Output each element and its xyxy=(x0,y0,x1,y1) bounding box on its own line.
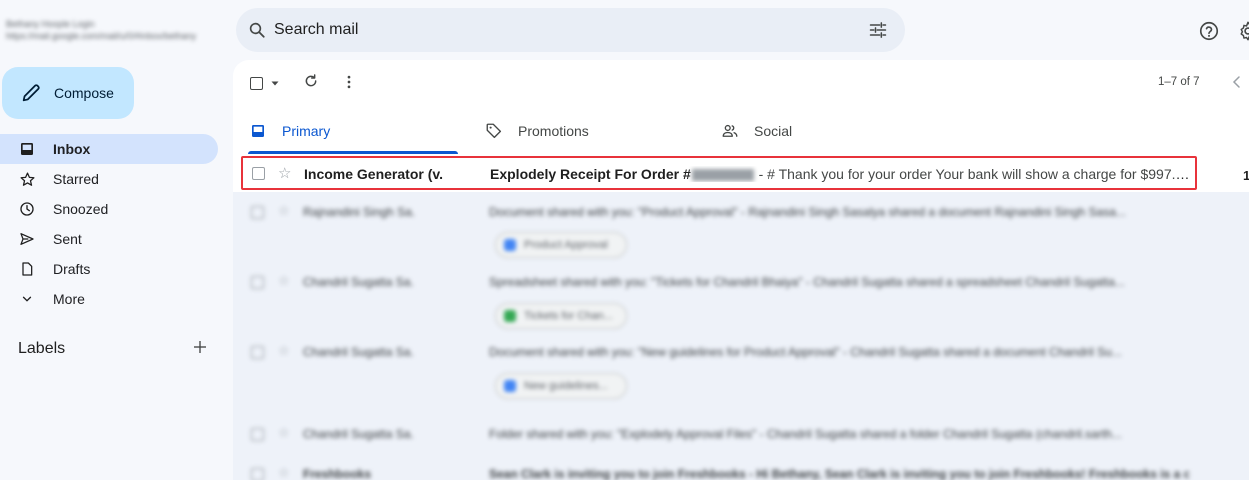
inbox-icon xyxy=(18,140,36,158)
email-sender: Chandril Sugatta Sa. xyxy=(303,345,414,359)
email-subject: Explodely Receipt For Order # - # Thank … xyxy=(490,166,1194,182)
row-checkbox[interactable] xyxy=(251,468,264,480)
sidebar-item-label: More xyxy=(53,291,85,307)
email-row[interactable]: ☆ Chandril Sugatta Sa. Document shared w… xyxy=(233,338,1249,399)
compose-button[interactable]: Compose xyxy=(2,67,134,119)
refresh-icon[interactable] xyxy=(303,73,321,91)
email-sender: Income Generator (v. xyxy=(304,166,444,182)
chevron-down-icon xyxy=(18,290,36,308)
top-bar: Bethany Hoople Login https://mail.google… xyxy=(0,0,1249,60)
attachment-chip[interactable]: Tickets for Chan... xyxy=(495,303,627,329)
email-row-highlighted[interactable]: ☆ Income Generator (v. Explodely Receipt… xyxy=(241,156,1197,190)
mail-list-panel: 1–7 of 7 Primary Promotions Social ☆ Inc… xyxy=(233,60,1249,480)
star-icon[interactable]: ☆ xyxy=(278,164,291,182)
tab-label: Promotions xyxy=(518,123,589,139)
select-all-checkbox[interactable] xyxy=(250,77,263,90)
compose-label: Compose xyxy=(54,85,114,101)
email-row[interactable]: ☆ Chandril Sugatta Sa. Spreadsheet share… xyxy=(233,268,1249,329)
search-bar[interactable]: Search mail xyxy=(236,8,905,52)
gear-icon[interactable] xyxy=(1237,20,1249,42)
email-subject: Sean Clark is inviting you to join Fresh… xyxy=(489,467,1189,480)
email-date: 1 xyxy=(1243,168,1249,183)
sidebar-item-label: Snoozed xyxy=(53,201,109,217)
sidebar-item-sent[interactable]: Sent xyxy=(0,224,218,254)
sidebar-item-label: Drafts xyxy=(53,261,91,277)
row-checkbox[interactable] xyxy=(251,428,264,441)
email-subject: Spreadsheet shared with you: "Tickets fo… xyxy=(489,275,1125,289)
star-icon[interactable]: ☆ xyxy=(278,203,290,219)
category-tabs: Primary Promotions Social xyxy=(233,108,1249,154)
star-icon xyxy=(18,170,36,188)
add-label-icon[interactable] xyxy=(191,338,211,358)
clock-icon xyxy=(18,200,36,218)
more-options-icon[interactable] xyxy=(340,73,358,91)
doc-icon xyxy=(504,380,516,392)
select-dropdown-icon[interactable] xyxy=(270,76,280,88)
email-subject: Folder shared with you: "Explodely Appro… xyxy=(489,427,1122,441)
sidebar-item-drafts[interactable]: Drafts xyxy=(0,254,218,284)
attachment-chip[interactable]: New guidelines... xyxy=(495,373,627,399)
email-sender: Freshbooks xyxy=(303,467,372,480)
attachment-label: New guidelines... xyxy=(524,380,608,392)
email-sender: Chandril Sugatta Sa. xyxy=(303,275,414,289)
email-subject-text: Explodely Receipt For Order # xyxy=(490,166,691,182)
sidebar-item-more[interactable]: More xyxy=(0,284,218,314)
chevron-left-icon[interactable] xyxy=(1230,74,1244,90)
search-input[interactable]: Search mail xyxy=(274,21,358,39)
sheet-icon xyxy=(504,310,516,322)
star-icon[interactable]: ☆ xyxy=(278,343,290,359)
doc-icon xyxy=(504,239,516,251)
blurred-email-list: ☆ Rajnandini Singh Sa. Document shared w… xyxy=(233,192,1249,480)
tag-icon xyxy=(484,121,504,141)
redacted-order-number xyxy=(691,169,754,182)
email-sender: Rajnandini Singh Sa. xyxy=(303,205,416,219)
star-icon[interactable]: ☆ xyxy=(278,425,290,441)
sidebar-item-label: Sent xyxy=(53,231,82,247)
email-subject: Document shared with you: "Product Appro… xyxy=(489,205,1126,219)
help-icon[interactable] xyxy=(1198,20,1220,42)
mail-toolbar: 1–7 of 7 xyxy=(233,60,1249,104)
search-options-icon[interactable] xyxy=(868,20,888,40)
email-row[interactable]: ☆ Freshbooks Sean Clark is inviting you … xyxy=(233,460,1249,480)
sidebar-item-starred[interactable]: Starred xyxy=(0,164,218,194)
account-line-1: Bethany Hoople Login xyxy=(6,19,95,29)
tab-label: Primary xyxy=(282,123,331,139)
row-checkbox[interactable] xyxy=(251,206,264,219)
tab-primary[interactable]: Primary xyxy=(248,108,458,154)
row-checkbox[interactable] xyxy=(251,276,264,289)
email-row[interactable]: ☆ Chandril Sugatta Sa. Folder shared wit… xyxy=(233,420,1249,450)
email-sender: Chandril Sugatta Sa. xyxy=(303,427,414,441)
tab-promotions[interactable]: Promotions xyxy=(484,108,589,154)
email-snippet: - # Thank you for your order Your bank w… xyxy=(754,166,1194,182)
sidebar-item-inbox[interactable]: Inbox xyxy=(0,134,218,164)
labels-heading: Labels xyxy=(18,340,66,357)
inbox-icon xyxy=(248,121,268,141)
sidebar-item-label: Inbox xyxy=(53,141,91,157)
account-line-2: https://mail.google.com/mail/u/0/#inbox/… xyxy=(6,31,197,41)
star-icon[interactable]: ☆ xyxy=(278,465,290,480)
send-icon xyxy=(18,230,36,248)
sidebar-nav: Inbox Starred Snoozed Sent Drafts More xyxy=(0,134,218,314)
tab-social[interactable]: Social xyxy=(720,108,792,154)
sidebar-item-label: Starred xyxy=(53,171,99,187)
search-icon[interactable] xyxy=(247,20,267,40)
tab-label: Social xyxy=(754,123,793,139)
attachment-label: Tickets for Chan... xyxy=(524,310,613,322)
email-subject: Document shared with you: "New guideline… xyxy=(489,345,1122,359)
pagination-text: 1–7 of 7 xyxy=(1158,76,1200,88)
sidebar-item-snoozed[interactable]: Snoozed xyxy=(0,194,218,224)
attachment-chip[interactable]: Product Approval xyxy=(495,232,627,258)
row-checkbox[interactable] xyxy=(251,346,264,359)
people-icon xyxy=(720,121,740,141)
row-checkbox[interactable] xyxy=(252,167,265,180)
account-info: Bethany Hoople Login https://mail.google… xyxy=(6,18,234,48)
attachment-label: Product Approval xyxy=(524,239,608,251)
pencil-icon xyxy=(20,82,42,104)
star-icon[interactable]: ☆ xyxy=(278,273,290,289)
email-row[interactable]: ☆ Rajnandini Singh Sa. Document shared w… xyxy=(233,198,1249,258)
draft-icon xyxy=(18,260,36,278)
